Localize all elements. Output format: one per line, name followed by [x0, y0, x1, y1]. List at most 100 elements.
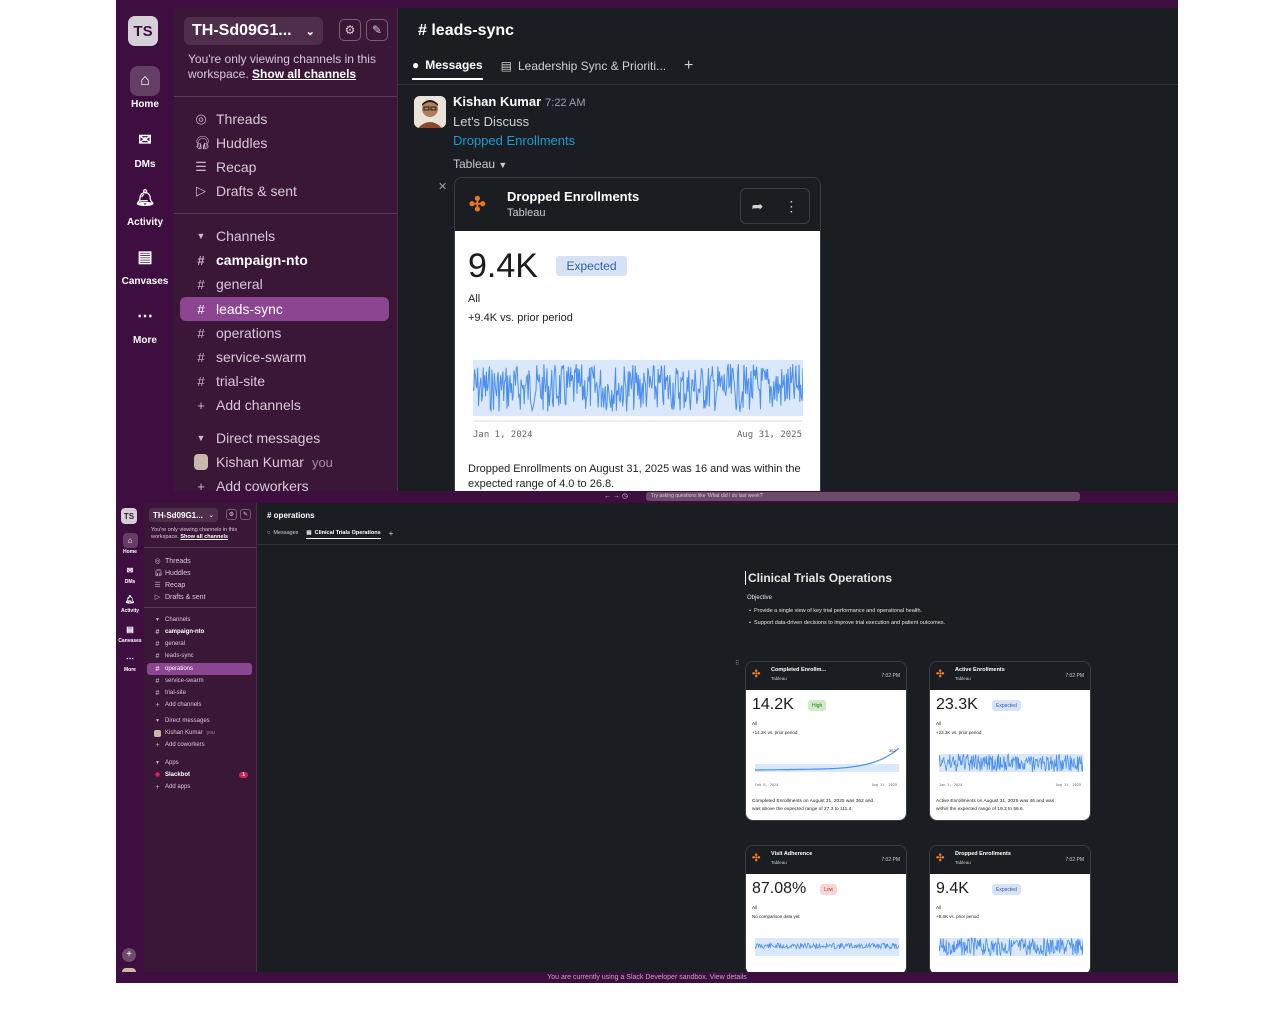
add-workspace-button[interactable]: + — [122, 948, 136, 962]
x-end-label: Aug 31, 2025 — [1055, 783, 1081, 787]
dms-section[interactable]: ▼ Direct messages — [180, 426, 389, 450]
share-icon[interactable]: ➦ — [752, 198, 764, 215]
tab-canvas[interactable]: ▤ Clinical Trials Operations — [306, 530, 381, 539]
rail-more[interactable]: ⋯ More — [116, 651, 144, 673]
close-icon[interactable]: ✕ — [438, 180, 447, 193]
drag-handle-icon[interactable]: ⠿ — [735, 660, 739, 667]
rail-home[interactable]: ⌂ Home — [116, 533, 144, 555]
avatar[interactable] — [414, 96, 446, 128]
more-vertical-icon[interactable]: ⋮ — [784, 198, 798, 215]
show-all-channels-link[interactable]: Show all channels — [252, 67, 356, 81]
app-slackbot[interactable]: ✸ Slackbot 1 — [147, 769, 252, 781]
dms-section[interactable]: ▼ Direct messages — [147, 715, 252, 727]
nav-drafts[interactable]: ▷ Drafts & sent — [147, 591, 252, 603]
add-coworkers-button[interactable]: + Add coworkers — [147, 739, 252, 751]
compose-icon[interactable]: ✎ — [240, 509, 251, 520]
unfurl-app-toggle[interactable]: Tableau ▼ — [453, 157, 507, 171]
sidebar-item-leads-sync[interactable]: # leads-sync — [180, 297, 389, 321]
tableau-logo-icon: ✣ — [936, 669, 945, 680]
sidebar-item-trial-site[interactable]: # trial-site — [180, 369, 389, 393]
hash-icon: # — [155, 640, 160, 648]
rail-dms[interactable]: ✉ DMs — [116, 126, 174, 170]
tableau-logo-icon: ✣ — [469, 194, 486, 216]
sidebar-item-campaign-nto[interactable]: # campaign-nto — [147, 626, 252, 638]
card-title[interactable]: Dropped Enrollments — [955, 851, 1011, 857]
rail-canvases[interactable]: ▤ Canvases — [116, 622, 144, 644]
sandbox-banner[interactable]: You are currently using a Slack Develope… — [116, 972, 1178, 983]
workspace-notice: You're only viewing channels in this wor… — [188, 52, 376, 81]
message-text: Let's Discuss — [453, 114, 530, 129]
tab-canvas[interactable]: ▤ Leadership Sync & Prioriti... — [501, 59, 666, 79]
settings-icon[interactable]: ⚙ — [226, 509, 237, 520]
history-nav[interactable]: ← → ◷ — [604, 492, 628, 500]
compose-icon[interactable]: ✎ — [366, 19, 388, 41]
add-tab-button[interactable]: + — [684, 57, 693, 81]
x-start-label: Jan 1, 2024 — [473, 430, 533, 440]
channels-section[interactable]: ▼ Channels — [180, 224, 389, 248]
sidebar-item-general[interactable]: # general — [147, 638, 252, 650]
tab-messages[interactable]: ○ Messages — [267, 530, 298, 538]
card-title[interactable]: Dropped Enrollments — [507, 189, 639, 204]
sidebar-item-leads-sync[interactable]: # leads-sync — [147, 650, 252, 662]
channels-section[interactable]: ▼ Channels — [147, 614, 252, 626]
sidebar-item-operations[interactable]: # operations — [147, 663, 252, 675]
workspace-switcher[interactable]: TH-Sd09G1... ⌄ — [184, 17, 323, 45]
sidebar-item-trial-site[interactable]: # trial-site — [147, 687, 252, 699]
card-header: ✣ Visit Adherence Tableau 7:02 PM — [746, 846, 906, 874]
apps-section[interactable]: ▼ Apps — [147, 757, 252, 769]
nav-threads[interactable]: ◎ Threads — [147, 555, 252, 567]
rail-canvases[interactable]: ▤ Canvases — [116, 243, 174, 287]
rail-activity[interactable]: 🔔︎ Activity — [116, 592, 144, 614]
dm-kishan-kumar[interactable]: ☺ Kishan Kumar you — [180, 450, 389, 474]
threads-icon: ◎ — [195, 111, 207, 126]
settings-icon[interactable]: ⚙ — [339, 19, 361, 41]
nav-drafts[interactable]: ▷ Drafts & sent — [180, 179, 389, 203]
sidebar-item-service-swarm[interactable]: # service-swarm — [147, 675, 252, 687]
hash-icon: # — [197, 276, 205, 292]
card-timestamp: 7:02 PM — [1065, 857, 1084, 863]
message-link[interactable]: Dropped Enrollments — [453, 133, 575, 148]
sidebar-item-general[interactable]: # general — [180, 272, 389, 296]
channel-title[interactable]: # leads-sync — [418, 22, 514, 40]
rail-dms[interactable]: ✉ DMs — [116, 563, 144, 585]
canvas-title[interactable]: Clinical Trials Operations — [745, 571, 892, 585]
dm-kishan-kumar[interactable]: Kishan Kumar you — [147, 727, 252, 739]
nav-huddles[interactable]: 🎧︎ Huddles — [180, 131, 389, 155]
sidebar-item-operations[interactable]: # operations — [180, 321, 389, 345]
nav-recap[interactable]: ☰ Recap — [147, 579, 252, 591]
plus-icon: + — [197, 478, 205, 492]
canvas-icon: ▤ — [500, 59, 512, 73]
divider — [144, 547, 256, 548]
x-end-label: Aug 31, 2025 — [871, 783, 897, 787]
delta-label: No comparison data yet — [752, 914, 800, 919]
add-channels-button[interactable]: + Add channels — [147, 699, 252, 711]
workspace-avatar[interactable]: TS — [128, 16, 158, 46]
summary-text: Completed Enrollments on August 31, 2025… — [752, 799, 874, 804]
add-channels-button[interactable]: + Add channels — [180, 393, 389, 417]
add-coworkers-button[interactable]: + Add coworkers — [180, 474, 389, 491]
workspace-avatar[interactable]: TS — [121, 508, 137, 524]
add-apps-button[interactable]: + Add apps — [147, 781, 252, 793]
card-title[interactable]: Visit Adherence — [771, 851, 812, 857]
slack-window-top: TS ⌂ Home ✉ DMs 🔔︎ Activity ▤ Canvases ⋯ More… — [116, 0, 1178, 491]
search-input[interactable]: Try asking questions like 'What did I do… — [646, 492, 1080, 501]
sidebar-item-service-swarm[interactable]: # service-swarm — [180, 345, 389, 369]
sidebar-item-campaign-nto[interactable]: # campaign-nto — [180, 248, 389, 272]
add-tab-button[interactable]: + — [389, 529, 394, 540]
recap-icon: ☰ — [195, 159, 207, 174]
card-body: 9.4K Expected All +9.4K vs. prior period… — [455, 231, 820, 491]
nav-threads[interactable]: ◎ Threads — [180, 107, 389, 131]
tab-messages[interactable]: ● Messages — [412, 58, 483, 80]
rail-home[interactable]: ⌂ Home — [116, 66, 174, 110]
rail-more[interactable]: ⋯ More — [116, 302, 174, 346]
card-title[interactable]: Completed Enrollm... — [771, 667, 826, 673]
channel-title[interactable]: # operations — [267, 511, 315, 520]
metric-value: 9.4K — [468, 247, 538, 285]
nav-huddles[interactable]: 🎧︎ Huddles — [147, 567, 252, 579]
workspace-switcher[interactable]: TH-Sd09G1... ⌄ — [149, 508, 218, 522]
nav-recap[interactable]: ☰ Recap — [180, 155, 389, 179]
card-title[interactable]: Active Enrollments — [955, 667, 1005, 673]
message-icon: ○ — [267, 530, 271, 536]
show-all-channels-link[interactable]: Show all channels — [180, 534, 228, 540]
rail-activity[interactable]: 🔔︎ Activity — [116, 184, 174, 228]
